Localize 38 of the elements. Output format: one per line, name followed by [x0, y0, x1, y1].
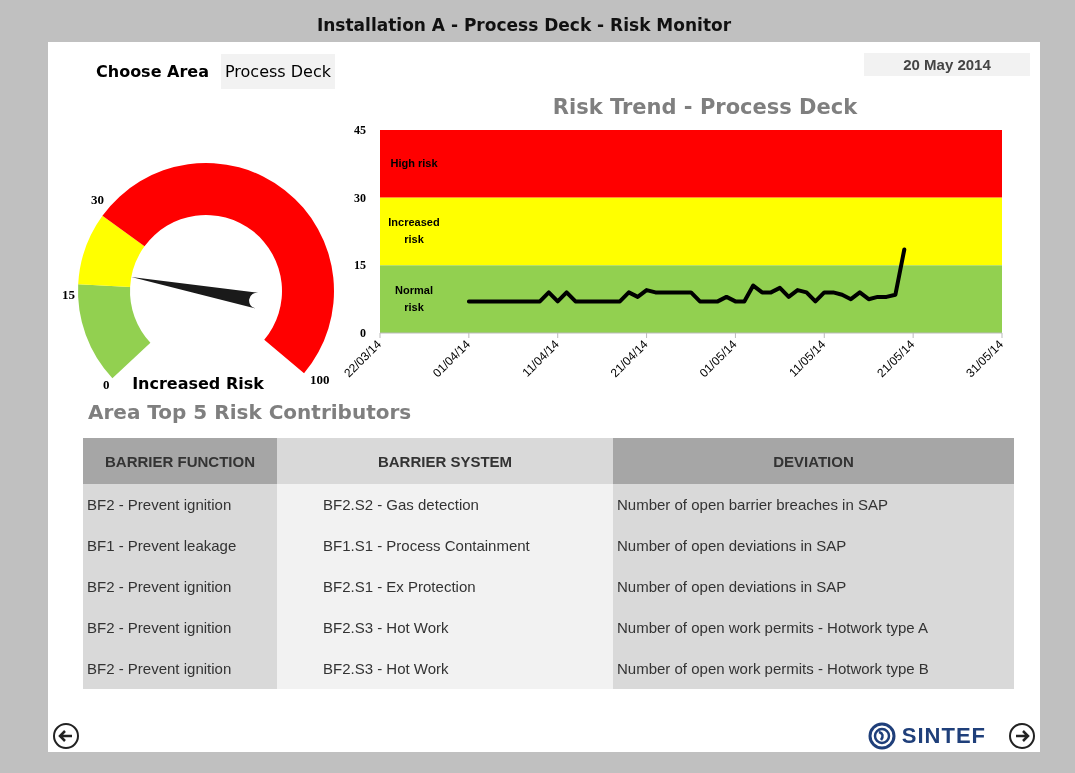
gauge-tick-label: 100	[310, 372, 330, 387]
table-cell: BF1.S1 - Process Containment	[277, 525, 613, 566]
y-tick-label: 15	[354, 258, 366, 273]
column-header: BARRIER SYSTEM	[277, 438, 613, 484]
table-cell: BF2 - Prevent ignition	[83, 566, 277, 607]
gauge-status: Increased Risk	[132, 374, 264, 393]
gauge-tick-label: 30	[91, 192, 104, 207]
y-tick-label: 0	[360, 326, 366, 340]
column-header: DEVIATION	[613, 438, 1014, 484]
band-label: Increased risk	[387, 215, 441, 248]
section-title: Area Top 5 Risk Contributors	[88, 400, 413, 424]
table-cell: Number of open work permits - Hotwork type B	[613, 648, 1014, 689]
logo-text: SINTEF	[901, 723, 986, 749]
y-tick-label: 30	[354, 190, 366, 205]
y-tick-label: 45	[354, 123, 366, 137]
logo-icon	[867, 722, 896, 750]
gauge-tick-label: 15	[62, 287, 75, 302]
band-label: High risk	[390, 156, 438, 172]
table-cell: Number of open work permits - Hotwork type A	[613, 607, 1014, 648]
chart-title: Risk Trend - Process Deck	[551, 95, 859, 121]
table-cell: Number of open barrier breaches in SAP	[613, 484, 1014, 525]
table-cell: BF2.S2 - Gas detection	[277, 484, 613, 525]
table-cell: BF2.S3 - Hot Work	[277, 607, 613, 648]
table-cell: BF2 - Prevent ignition	[83, 484, 277, 525]
band-label: Normal risk	[394, 283, 434, 316]
table-cell: Number of open deviations in SAP	[613, 525, 1014, 566]
table-cell: BF2.S1 - Ex Protection	[277, 566, 613, 607]
column-header: BARRIER FUNCTION	[83, 438, 277, 484]
area-dropdown[interactable]: Process Deck	[221, 54, 335, 89]
window-title: Installation A - Process Deck - Risk Monitor	[316, 15, 732, 35]
date-display: 20 May 2014	[864, 53, 1030, 76]
table-cell: BF2 - Prevent ignition	[83, 607, 277, 648]
area-label: Choose Area	[96, 62, 209, 81]
table-cell: BF1 - Prevent leakage	[83, 525, 277, 566]
table-cell: BF2.S3 - Hot Work	[277, 648, 613, 689]
table-cell: BF2 - Prevent ignition	[83, 648, 277, 689]
gauge-tick-label: 0	[103, 377, 110, 392]
table-cell: Number of open deviations in SAP	[613, 566, 1014, 607]
